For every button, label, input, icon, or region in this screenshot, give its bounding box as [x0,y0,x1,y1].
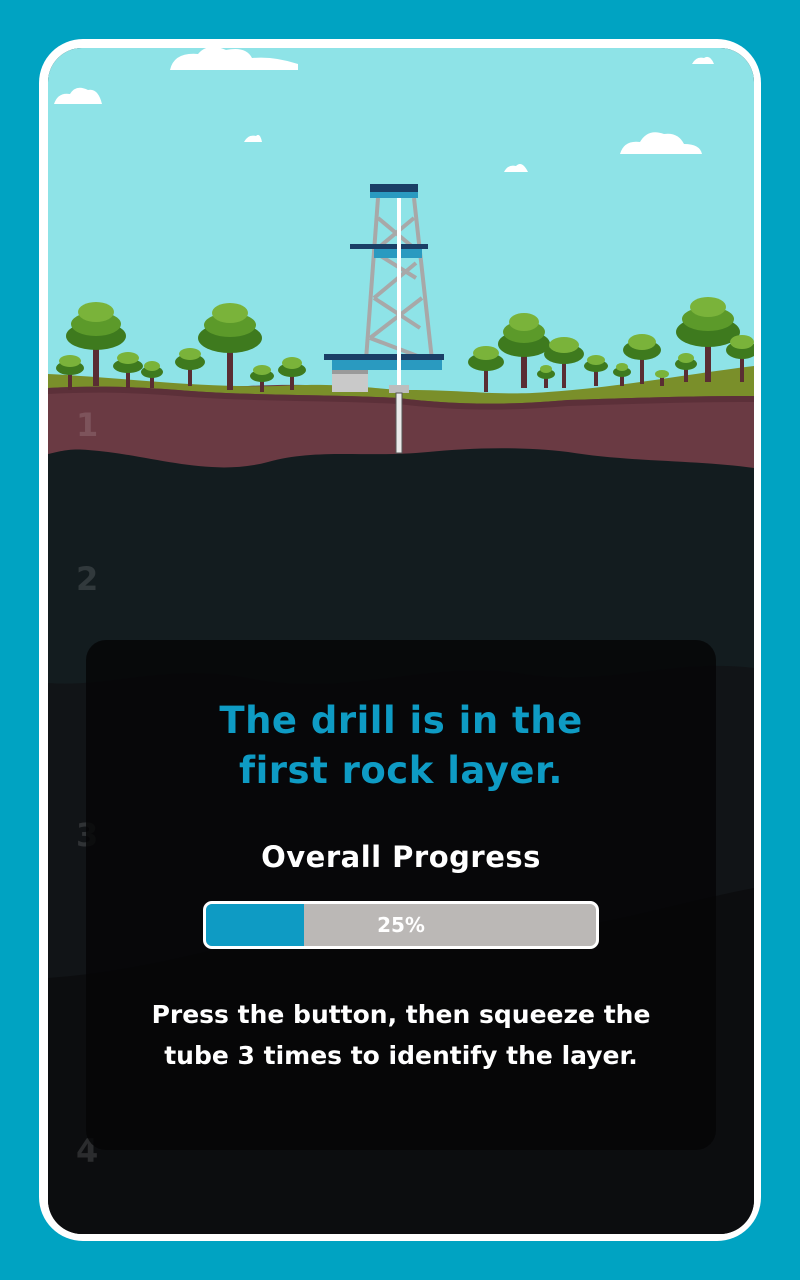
progress-bar: 25% [203,901,599,949]
progress-percent: 25% [377,913,425,937]
status-line-2: first rock layer. [239,749,563,792]
status-message: The drill is in the first rock layer. [86,696,716,796]
progress-label: Overall Progress [261,840,541,874]
status-line-1: The drill is in the [219,699,583,742]
layer-number-2: 2 [76,560,99,598]
game-screen: 1 2 3 4 The drill is in the first rock l… [48,48,754,1234]
instructions-line-2: tube 3 times to identify the layer. [164,1041,638,1070]
instructions-line-1: Press the button, then squeeze the [151,1000,651,1029]
layer-number-1: 1 [76,406,99,444]
instructions: Press the button, then squeeze the tube … [86,994,716,1076]
drill-bit [395,392,403,454]
info-panel: The drill is in the first rock layer. Ov… [86,640,716,1150]
